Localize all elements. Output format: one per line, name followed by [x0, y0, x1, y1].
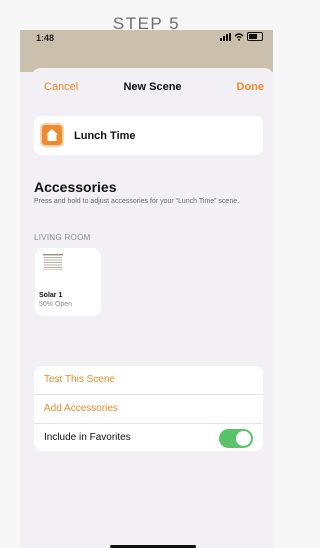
status-indicators [220, 32, 263, 41]
toggle-knob [236, 431, 251, 446]
cellular-signal-icon [220, 32, 231, 41]
room-label: LIVING ROOM [34, 233, 91, 242]
window-blind-icon [43, 254, 63, 270]
phone-screen: 1:48 Cancel New Scene Done Lunch Time Ac… [20, 30, 273, 548]
scene-name-field[interactable]: Lunch Time [34, 116, 263, 155]
scene-options-list: Test This Scene Add Accessories Include … [34, 366, 263, 451]
wifi-icon [234, 32, 244, 41]
accessories-heading: Accessories [34, 179, 117, 195]
test-scene-label: Test This Scene [44, 374, 115, 385]
include-in-favorites-row: Include in Favorites [34, 423, 263, 451]
accessory-tile-solar-1[interactable]: Solar 1 50% Open [35, 248, 101, 316]
favorites-toggle[interactable] [219, 429, 253, 448]
status-bar: 1:48 [20, 30, 273, 72]
accessories-description: Press and hold to adjust accessories for… [34, 198, 240, 205]
accessory-name: Solar 1 [39, 292, 63, 299]
include-in-favorites-label: Include in Favorites [44, 432, 131, 443]
done-button[interactable]: Done [237, 81, 265, 93]
nav-bar: Cancel New Scene Done [31, 68, 273, 108]
status-time: 1:48 [36, 33, 55, 43]
add-accessories-button[interactable]: Add Accessories [34, 394, 263, 423]
scene-icon-button[interactable] [40, 123, 64, 147]
home-icon [46, 129, 58, 141]
add-accessories-label: Add Accessories [44, 403, 118, 414]
test-scene-button[interactable]: Test This Scene [34, 366, 263, 394]
scene-name: Lunch Time [74, 130, 136, 142]
accessory-state: 50% Open [39, 301, 73, 308]
battery-icon [247, 32, 263, 41]
new-scene-sheet: Cancel New Scene Done Lunch Time Accesso… [31, 68, 273, 548]
